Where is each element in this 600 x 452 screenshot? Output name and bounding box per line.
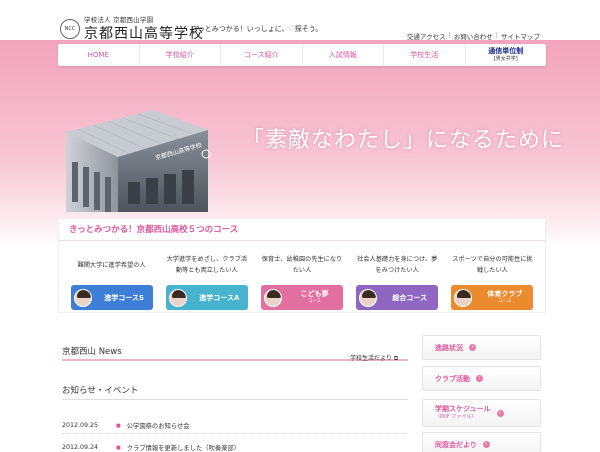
course-button-shingaku-s[interactable]: 進学コースS xyxy=(70,285,153,310)
course-card: 保育士、幼稚園の先生になりたい人 こども夢 コース xyxy=(254,241,349,310)
sidebar-alumni-news[interactable]: 同窓会だより › xyxy=(422,432,541,452)
course-button-sogo[interactable]: 総合コース xyxy=(356,285,439,310)
events-heading: お知らせ・イベント xyxy=(62,384,408,400)
course-button-kodomo-yume[interactable]: こども夢 コース xyxy=(261,285,343,310)
courses-heading: きっとみつかる！京都西山高校５つのコース xyxy=(59,219,545,241)
nav-about[interactable]: 学校紹介 xyxy=(140,44,221,66)
nav-courses[interactable]: コース紹介 xyxy=(221,44,303,66)
school-building-image: 京都西山高等学校 xyxy=(66,110,211,212)
student-photo xyxy=(359,288,378,307)
site-header: NCC 学校法人 京都西山学園 京都西山高等学校 きっとみつかる！いっしょに、♡… xyxy=(0,0,600,43)
event-link[interactable]: クラブ情報を更新しました（吹奏楽部） xyxy=(127,443,240,452)
event-row: 2012.09.25 ■ 公学園祭のお知らせ会 xyxy=(62,418,408,434)
bullet-icon: ■ xyxy=(116,444,121,451)
sidebar-career-status[interactable]: 進路状況 › xyxy=(422,335,541,360)
nav-admissions[interactable]: 入試情報 xyxy=(303,44,384,66)
course-button-shingaku-a[interactable]: 進学コースA xyxy=(165,285,248,310)
course-description: 保育士、幼稚園の先生になりたい人 xyxy=(261,256,343,274)
external-window-icon: ⧉ xyxy=(393,355,399,362)
sidebar-school-schedule[interactable]: 学期スケジュール （PDF ファイル） › xyxy=(422,399,541,427)
courses-panel: きっとみつかる！京都西山高校５つのコース 難関大学に進学希望の人 進学コースS … xyxy=(58,218,546,313)
student-photo xyxy=(73,288,92,307)
course-description: スポーツで自分の可能性に挑戦したい人 xyxy=(452,256,533,274)
course-description: 難関大学に進学希望の人 xyxy=(77,261,146,269)
arrow-right-icon: › xyxy=(469,344,476,351)
tagline: きっとみつかる！いっしょに、♡探そう。 xyxy=(191,25,323,33)
global-nav: HOME 学校紹介 コース紹介 入試情報 学校生活 通信単位制 [男女共学] xyxy=(58,44,546,66)
student-photo xyxy=(168,288,187,307)
event-link[interactable]: 公学園祭のお知らせ会 xyxy=(127,421,190,430)
course-description: 大学進学をめざし、クラブ活動等とも両立したい人 xyxy=(166,256,248,274)
arrow-right-icon: › xyxy=(496,409,504,417)
arrow-right-icon: › xyxy=(482,441,490,448)
bullet-icon: ■ xyxy=(116,422,121,429)
course-button-taiiku-club[interactable]: 体育クラブ コース xyxy=(451,285,534,310)
hero-headline: 「素敵なわたし」になるために xyxy=(242,128,565,153)
course-card: 難関大学に進学希望の人 進学コースS xyxy=(64,241,159,310)
event-date: 2012.09.25 xyxy=(62,422,99,429)
arrow-right-icon: › xyxy=(476,375,483,382)
course-card: 社会人基礎力を身につけ、夢をみつけたい人 総合コース xyxy=(350,241,445,310)
nav-home[interactable]: HOME xyxy=(58,44,140,66)
sidebar-club-activities[interactable]: クラブ活動 › xyxy=(422,366,541,391)
student-photo xyxy=(264,288,282,307)
course-card: スポーツで自分の可能性に挑戦したい人 体育クラブ コース xyxy=(445,241,540,310)
course-card: 大学進学をめざし、クラブ活動等とも両立したい人 進学コースA xyxy=(159,241,254,310)
school-logo[interactable]: NCC 学校法人 京都西山学園 京都西山高等学校 xyxy=(60,14,204,43)
nav-school-life[interactable]: 学校生活 xyxy=(384,44,466,66)
school-life-news-link[interactable]: 学校生活だより ⧉ xyxy=(350,353,398,363)
student-photo xyxy=(454,288,473,307)
course-description: 社会人基礎力を身につけ、夢をみつけたい人 xyxy=(357,256,438,274)
event-date: 2012.09.24 xyxy=(62,444,99,451)
hero: 京都西山高等学校 「素敵なわたし」になるために xyxy=(58,80,563,215)
event-row: 2012.09.24 ■ クラブ情報を更新しました（吹奏楽部） xyxy=(62,440,408,452)
nav-correspondence[interactable]: 通信単位制 [男女共学] xyxy=(466,44,547,66)
school-crest-icon: NCC xyxy=(60,18,80,39)
